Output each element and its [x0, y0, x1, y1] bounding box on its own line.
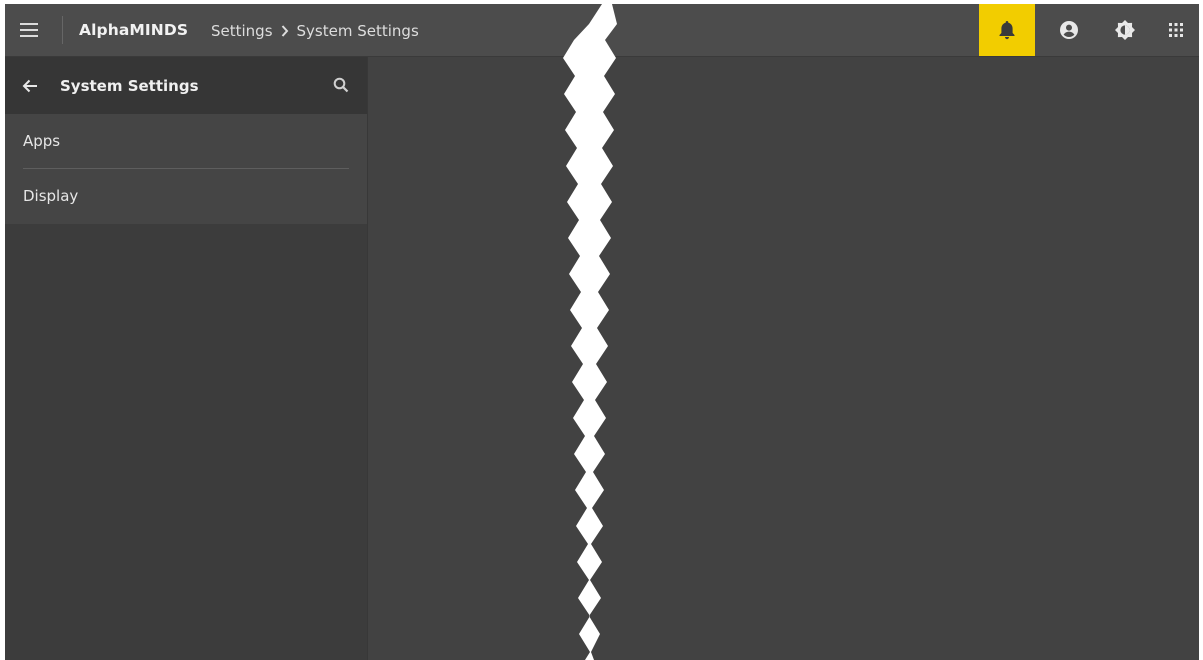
torn-edge-break [563, 4, 617, 660]
app-window: AlphaMINDS Settings System Settings Syst… [5, 4, 1199, 660]
